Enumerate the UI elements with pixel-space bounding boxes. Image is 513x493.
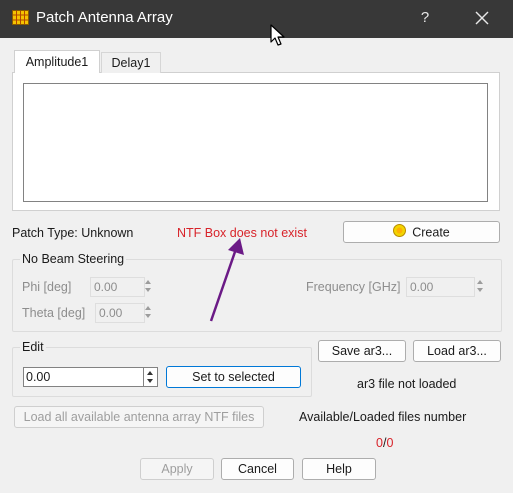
load-all-ntf-button[interactable]: Load all available antenna array NTF fil… xyxy=(14,406,264,428)
files-available: 0 xyxy=(376,436,383,450)
apply-button[interactable]: Apply xyxy=(140,458,214,480)
annotation-arrow xyxy=(200,236,250,329)
ar3-status: ar3 file not loaded xyxy=(357,377,457,391)
tab-delay1[interactable]: Delay1 xyxy=(101,52,161,73)
window-title: Patch Antenna Array xyxy=(36,9,173,26)
edit-value-input[interactable]: 0.00 xyxy=(23,367,145,387)
theta-label: Theta [deg] xyxy=(22,306,86,320)
files-count-value: 0/0 xyxy=(376,436,393,450)
help-title-button[interactable]: ? xyxy=(412,5,438,31)
cancel-button[interactable]: Cancel xyxy=(221,458,294,480)
help-button[interactable]: Help xyxy=(302,458,376,480)
phi-label: Phi [deg] xyxy=(22,280,72,294)
create-button[interactable]: Create xyxy=(343,221,500,243)
theta-input[interactable]: 0.00 xyxy=(95,303,145,323)
save-ar3-button[interactable]: Save ar3... xyxy=(318,340,406,362)
tab-amplitude1[interactable]: Amplitude1 xyxy=(14,50,100,73)
grid-app-icon xyxy=(12,10,29,25)
phi-spinner[interactable] xyxy=(142,277,155,295)
close-icon[interactable] xyxy=(468,5,496,31)
frequency-input[interactable]: 0.00 xyxy=(406,277,475,297)
beam-steering-title: No Beam Steering xyxy=(20,252,127,266)
edit-title: Edit xyxy=(20,340,46,354)
amplitude-list[interactable] xyxy=(23,83,488,202)
theta-spinner[interactable] xyxy=(142,303,155,321)
create-icon xyxy=(393,223,407,243)
files-count-label: Available/Loaded files number xyxy=(299,410,467,424)
create-label: Create xyxy=(412,225,450,240)
mouse-cursor-icon xyxy=(270,24,286,51)
files-loaded: 0 xyxy=(386,436,394,450)
phi-input[interactable]: 0.00 xyxy=(90,277,145,297)
set-to-selected-button[interactable]: Set to selected xyxy=(166,366,301,388)
edit-spinner[interactable] xyxy=(143,367,158,387)
frequency-label: Frequency [GHz] xyxy=(306,280,401,294)
load-ar3-button[interactable]: Load ar3... xyxy=(413,340,501,362)
patch-type-label: Patch Type: Unknown xyxy=(12,226,134,240)
frequency-spinner[interactable] xyxy=(474,277,487,295)
